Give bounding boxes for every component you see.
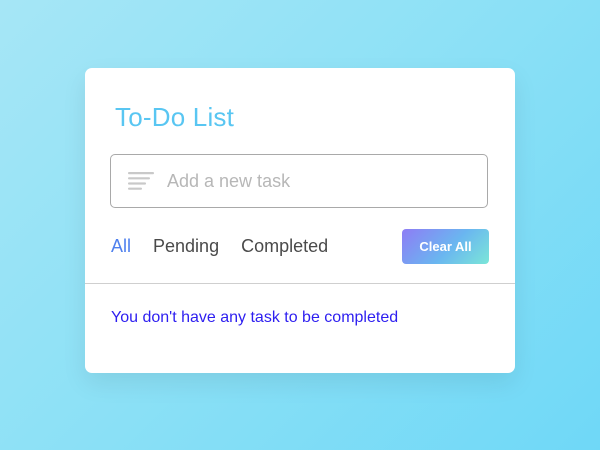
divider [85, 283, 515, 284]
todo-card: To-Do List All Pending Completed Clear A… [85, 68, 515, 373]
filter-tabs: All Pending Completed [111, 234, 350, 258]
new-task-input[interactable] [167, 155, 477, 207]
clear-all-button[interactable]: Clear All [402, 229, 489, 264]
menu-lines-icon [128, 172, 154, 190]
filter-pending[interactable]: Pending [153, 234, 219, 258]
app-title: To-Do List [115, 102, 235, 132]
empty-task-message: You don't have any task to be completed [111, 309, 399, 326]
filter-completed[interactable]: Completed [241, 234, 328, 258]
filter-all[interactable]: All [111, 234, 131, 258]
task-input-wrapper[interactable] [110, 154, 488, 208]
